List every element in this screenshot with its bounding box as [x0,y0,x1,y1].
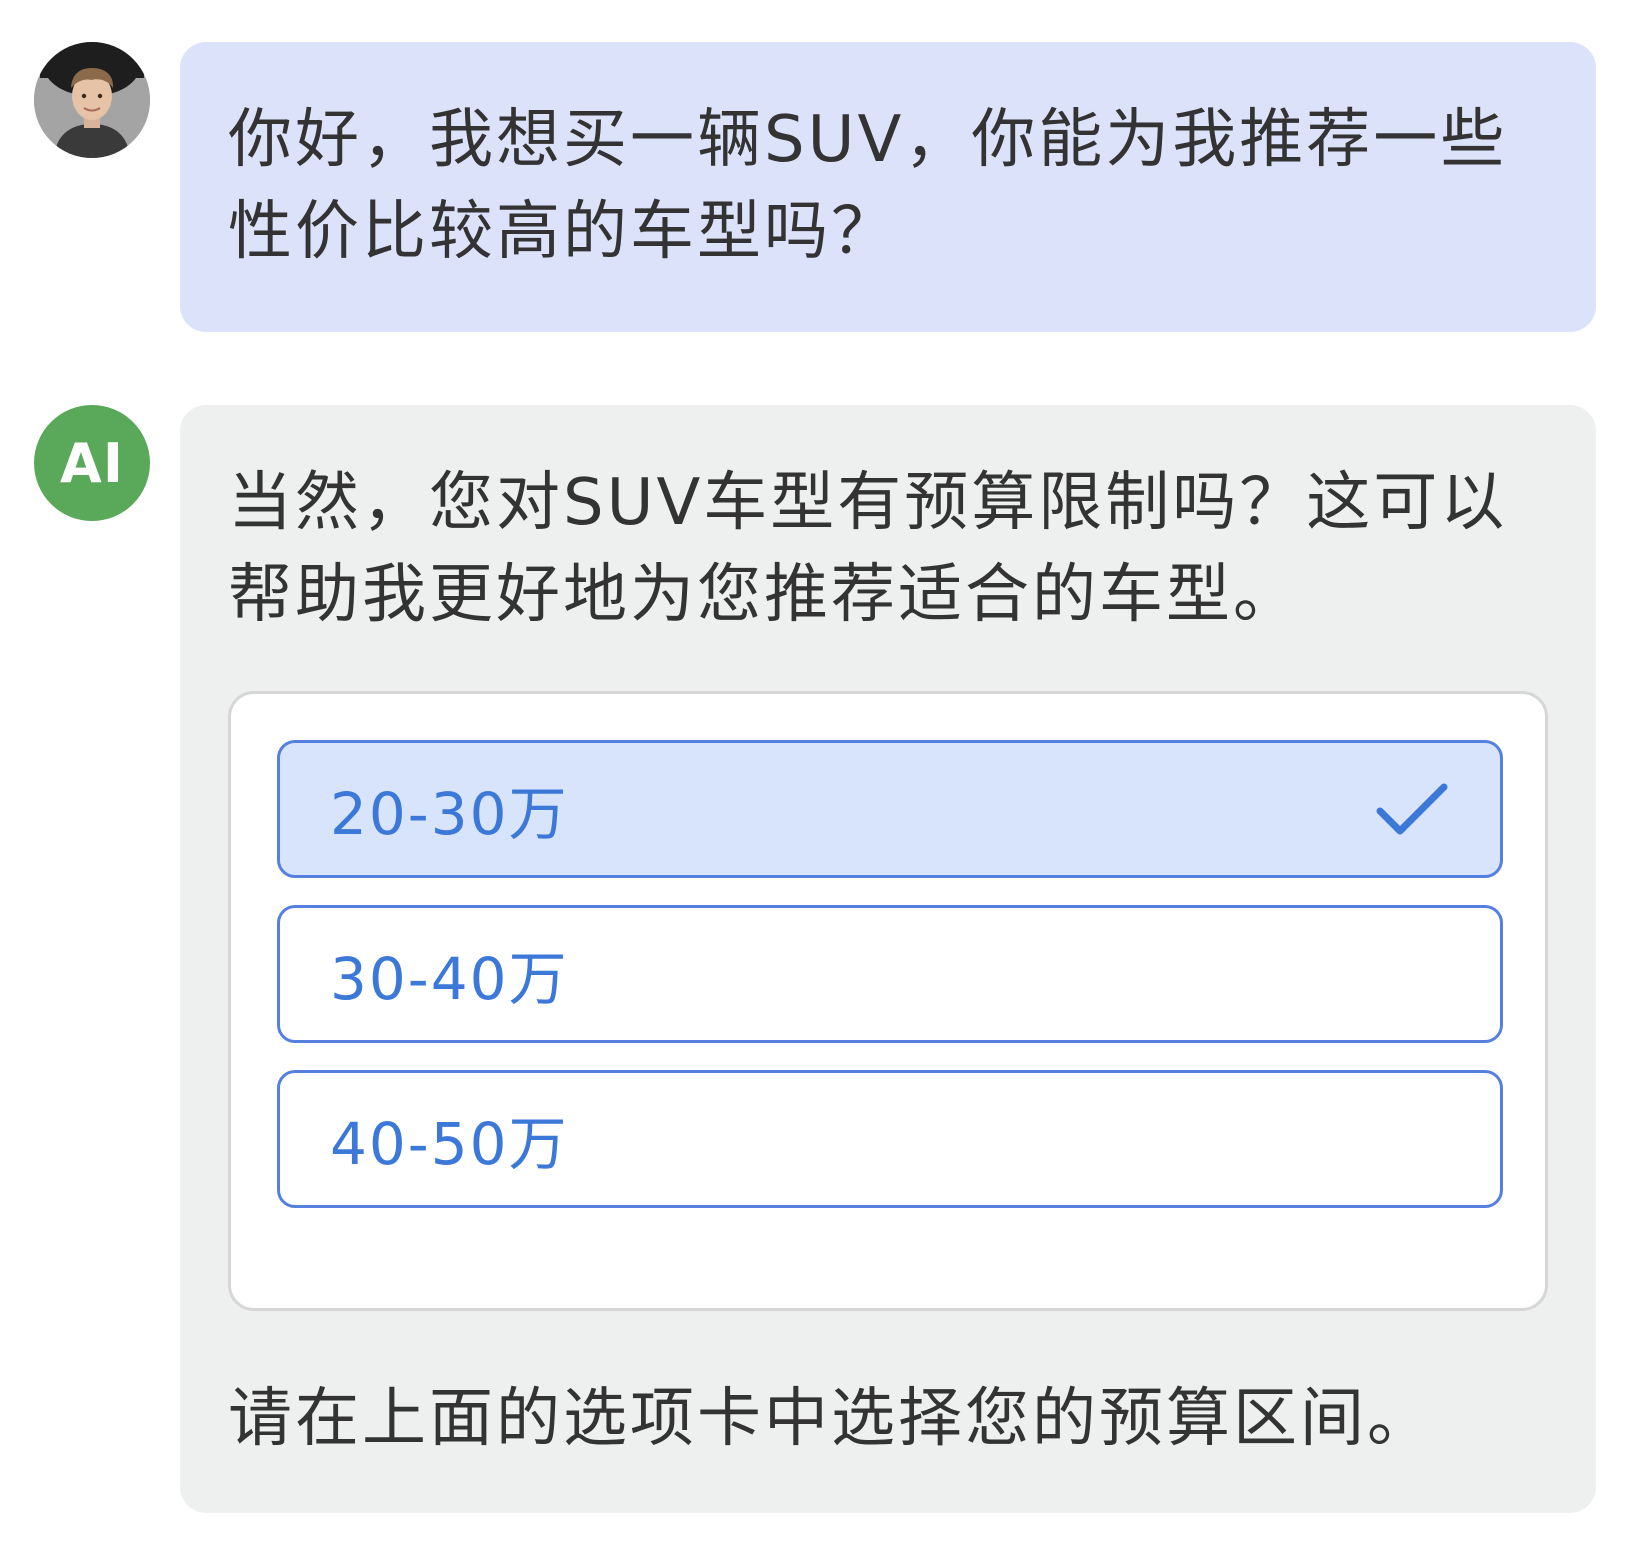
user-message-bubble: 你好，我想买一辆SUV，你能为我推荐一些性价比较高的车型吗？ [180,42,1596,332]
ai-avatar: AI [34,405,150,521]
user-message-text: 你好，我想买一辆SUV，你能为我推荐一些性价比较高的车型吗？ [228,103,1508,269]
budget-option-20-30[interactable]: 20-30万 [277,740,1503,878]
ai-message-text: 当然，您对SUV车型有预算限制吗？这可以帮助我更好地为您推荐适合的车型。 [228,466,1508,632]
user-avatar [34,42,150,158]
ai-avatar-label: AI [60,431,124,495]
option-label: 30-40万 [330,945,569,1013]
check-icon [1376,783,1448,835]
budget-option-30-40[interactable]: 30-40万 [277,905,1503,1043]
ai-message-bubble: 当然，您对SUV车型有预算限制吗？这可以帮助我更好地为您推荐适合的车型。 20-… [180,405,1596,1513]
budget-options-card: 20-30万 30-40万 40-50万 [228,691,1548,1311]
user-avatar-icon [34,42,150,158]
ai-footer-text: 请在上面的选项卡中选择您的预算区间。 [228,1382,1434,1456]
option-label: 40-50万 [330,1110,569,1178]
budget-option-40-50[interactable]: 40-50万 [277,1070,1503,1208]
option-label: 20-30万 [330,780,569,848]
